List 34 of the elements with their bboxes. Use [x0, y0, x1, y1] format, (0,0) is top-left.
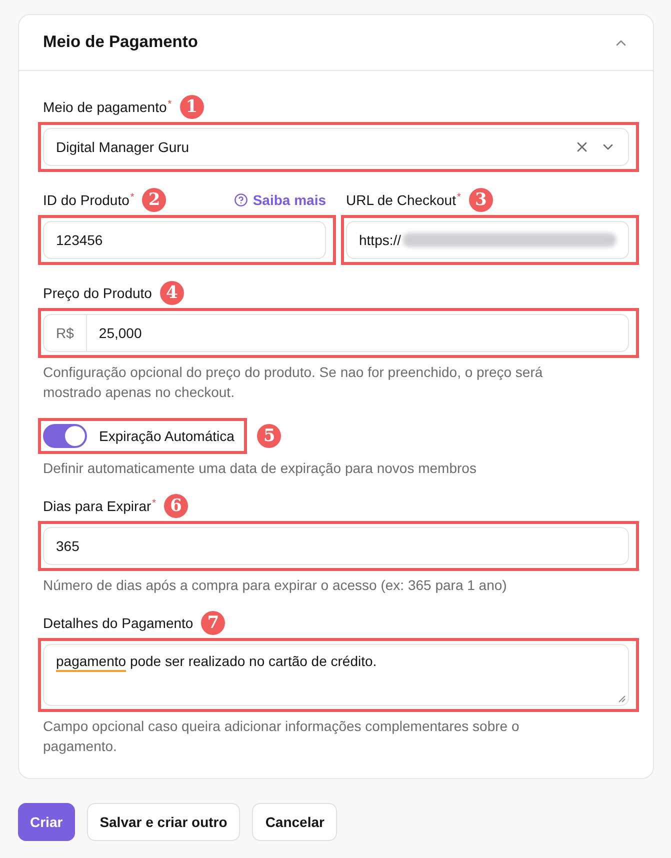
number-callout: 5 — [257, 424, 282, 448]
help-text: Número de dias após a compra para expirar o acesso (ex: 365 para 1 ano) — [43, 576, 508, 595]
learn-more-link[interactable]: Saiba mais — [234, 190, 326, 210]
field-label: Meio de pagamento$^{*}$ — [43, 98, 172, 117]
price-field[interactable]: R$ 25,000 — [43, 314, 629, 352]
toggle-label: Expiração Automática — [99, 426, 234, 446]
select-field[interactable]: Digital Manager Guru — [43, 128, 629, 166]
field-label: Detalhes do Pagamento — [43, 614, 194, 633]
field-label: Dias para Expirar$^{*}$ — [43, 496, 156, 516]
help-text: Configuração opcional do preço do produto. Se nao for preenchido, o preço será mostrado apenas no checkout. — [43, 363, 544, 402]
number-callout: 6 — [164, 494, 188, 518]
section-title: Meio de Pagamento — [43, 32, 199, 54]
text-field[interactable]: 123456 — [43, 221, 326, 259]
number-callout: 3 — [468, 188, 493, 212]
help-icon — [234, 193, 248, 207]
number-callout: 1 — [180, 95, 204, 119]
number-callout: 4 — [160, 281, 184, 305]
field-label: URL de Checkout$^{*}$ — [346, 190, 461, 210]
field-label: Preço do Produto — [43, 284, 152, 303]
number-callout: 2 — [142, 188, 166, 212]
textarea-field[interactable]: pagamento pode ser realizado no cartão de crédito. — [43, 644, 629, 706]
text-field[interactable]: https:// — [346, 221, 629, 259]
number-callout: 7 — [201, 611, 226, 635]
secondary-button[interactable]: Salvar e criar outro — [86, 803, 240, 841]
help-text: Campo opcional caso queira adicionar informações complementares sobre o pagamento. — [43, 717, 520, 756]
toggle-switch[interactable] — [43, 424, 87, 448]
create-button[interactable]: Criar — [18, 803, 75, 841]
field-label: ID do Produto$^{*}$ — [43, 190, 134, 210]
textarea-text: pagamento pode ser realizado no cartão de crédito. — [56, 653, 377, 672]
resize-handle-icon[interactable] — [618, 695, 626, 703]
currency-prefix: R$ — [44, 315, 87, 351]
text-field[interactable]: 365 — [43, 527, 629, 565]
secondary-button[interactable]: Cancelar — [252, 803, 338, 841]
help-text: Definir automaticamente uma data de expiração para novos membros — [43, 459, 478, 478]
